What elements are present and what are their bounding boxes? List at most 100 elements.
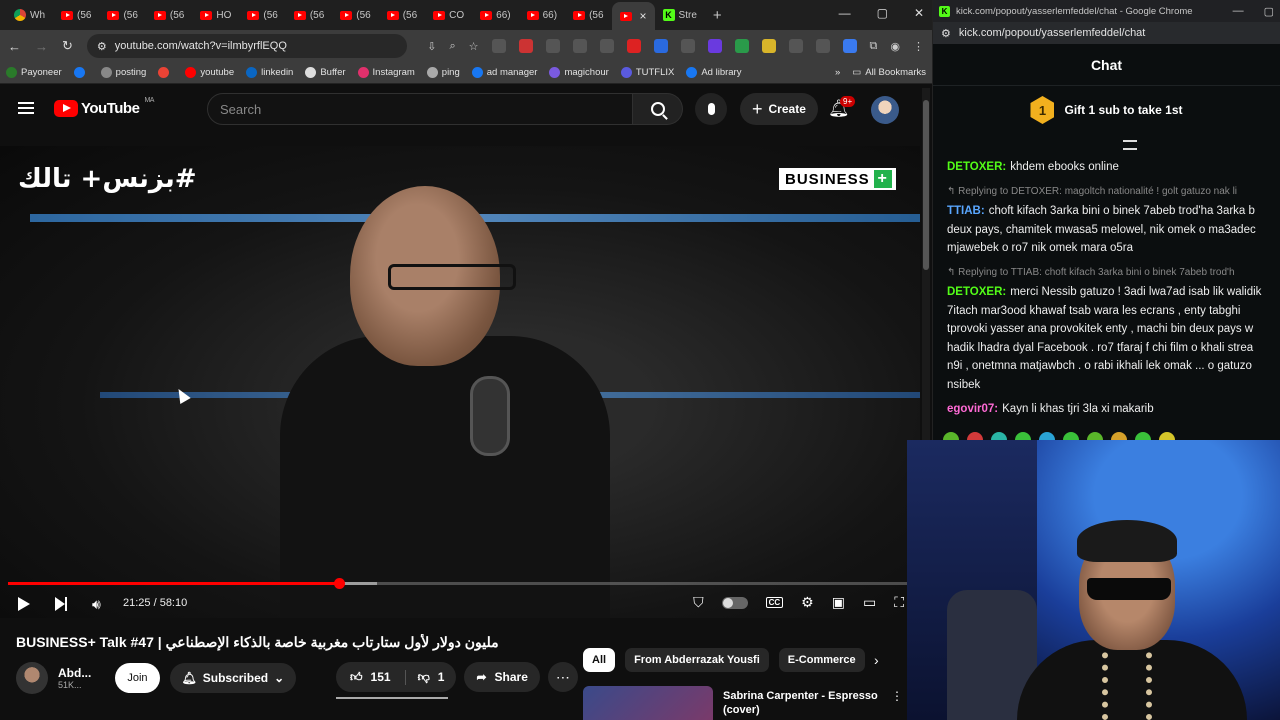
browser-tab[interactable]: (56 xyxy=(332,3,378,27)
maximize-icon[interactable]: ▢ xyxy=(877,6,888,20)
youtube-logo[interactable]: YouTube MA xyxy=(54,97,154,117)
minimize-icon[interactable]: — xyxy=(839,6,851,20)
bookmark-item[interactable]: posting xyxy=(100,67,146,78)
subscribed-button[interactable]: 🔔︎ Subscribed ⌄ xyxy=(169,663,297,693)
progress-bar[interactable] xyxy=(8,578,908,589)
pinned-collapse-icon[interactable] xyxy=(1123,140,1137,150)
bookmark-item[interactable]: youtube xyxy=(185,67,234,78)
browser-tab[interactable]: (56 xyxy=(99,3,145,27)
next-icon[interactable] xyxy=(55,597,67,611)
channel-name[interactable]: Abd... xyxy=(58,666,91,680)
video-player[interactable]: #بزنس+ تالك BUSINESS + xyxy=(0,146,920,618)
settings-gear-icon[interactable]: ⚙ xyxy=(801,594,814,611)
bookmark-item[interactable]: Ad library xyxy=(686,67,741,78)
recommended-thumbnail[interactable] xyxy=(583,686,713,720)
more-actions-button[interactable]: ⋯ xyxy=(547,662,578,692)
extension-icon[interactable] xyxy=(842,39,857,53)
extension-icon[interactable] xyxy=(761,39,776,53)
bookmark-item[interactable]: ad manager xyxy=(471,67,537,78)
captions-icon[interactable]: CC xyxy=(765,597,784,608)
scrollbar-thumb[interactable] xyxy=(923,100,929,270)
menu-dots-icon[interactable]: ⋮ xyxy=(913,40,924,53)
browser-tab[interactable]: × xyxy=(611,2,655,30)
like-button[interactable]: 👍︎ 151 xyxy=(336,669,406,685)
browser-tab[interactable]: K Stre xyxy=(655,3,705,27)
recommended-title[interactable]: Sabrina Carpenter - Espresso (cover) xyxy=(723,686,881,720)
bookmark-item[interactable]: magichour xyxy=(549,67,609,78)
extension-icon[interactable] xyxy=(599,39,614,53)
bookmark-item[interactable]: Buffer xyxy=(305,67,346,78)
dislike-button[interactable]: 👎︎ 1 xyxy=(406,670,457,685)
filter-chip[interactable]: E-Commerce xyxy=(778,648,865,672)
url-bar[interactable]: ⚙ youtube.com/watch?v=ilmbyrflEQQ xyxy=(86,34,408,58)
account-avatar[interactable] xyxy=(871,96,899,124)
chat-url-bar[interactable]: ⚙ kick.com/popout/yasserlemfeddel/chat xyxy=(933,22,1280,44)
extension-icon[interactable] xyxy=(491,39,506,53)
star-icon[interactable]: ☆ xyxy=(469,40,479,53)
bookmark-item[interactable]: Instagram xyxy=(357,67,415,78)
channel-avatar[interactable] xyxy=(16,662,48,694)
extension-icon[interactable] xyxy=(653,39,668,53)
tab-close-icon[interactable]: × xyxy=(640,9,647,23)
voice-search-button[interactable] xyxy=(695,93,727,125)
create-button[interactable]: + Create xyxy=(740,93,818,125)
bookmark-item[interactable] xyxy=(73,67,89,78)
chat-username[interactable]: TTIAB: xyxy=(947,205,985,217)
more-options-icon[interactable]: ⋮ xyxy=(891,686,903,720)
chevron-right-icon[interactable]: › xyxy=(874,652,879,668)
all-bookmarks-button[interactable]: ▭ All Bookmarks xyxy=(852,67,926,78)
play-icon[interactable] xyxy=(18,597,30,611)
puzzle-icon[interactable]: ⧉ xyxy=(870,40,878,53)
recommended-video[interactable]: Sabrina Carpenter - Espresso (cover) ⋮ xyxy=(583,686,903,720)
filter-chip[interactable]: All xyxy=(583,648,616,672)
browser-tab[interactable]: (56 xyxy=(286,3,332,27)
extension-icon[interactable] xyxy=(572,39,587,53)
chat-username[interactable]: egovir07: xyxy=(947,403,998,415)
bookmark-item[interactable] xyxy=(158,67,173,78)
join-button[interactable]: Join xyxy=(115,663,160,693)
filter-chip[interactable]: From Abderrazak Yousfi xyxy=(625,648,769,672)
browser-tab[interactable]: (56 xyxy=(379,3,425,27)
maximize-icon[interactable]: ▢ xyxy=(1264,5,1274,18)
site-info-icon[interactable]: ⚙ xyxy=(97,40,107,53)
browser-tab[interactable]: 66) xyxy=(472,3,518,27)
forward-icon[interactable]: → xyxy=(35,39,48,54)
extension-icon[interactable] xyxy=(734,39,749,53)
extension-icon[interactable] xyxy=(788,39,803,53)
theater-mode-icon[interactable]: ▭ xyxy=(863,594,876,611)
extension-icon[interactable] xyxy=(518,39,533,53)
browser-tab[interactable]: Wh xyxy=(6,3,53,27)
new-tab-button[interactable]: + xyxy=(705,3,730,27)
bookmark-item[interactable]: linkedin xyxy=(246,67,293,78)
gift-leaderboard-banner[interactable]: 1 Gift 1 sub to take 1st xyxy=(933,86,1280,134)
bookmarks-overflow-icon[interactable]: » xyxy=(835,67,840,78)
install-icon[interactable]: ⇩ xyxy=(427,40,436,53)
extension-icon[interactable] xyxy=(707,39,722,53)
back-icon[interactable]: ← xyxy=(8,39,21,54)
browser-tab[interactable]: CO xyxy=(425,3,472,27)
browser-tab[interactable]: (56 xyxy=(53,3,99,27)
close-icon[interactable]: ✕ xyxy=(914,6,924,20)
browser-tab[interactable]: HO xyxy=(192,3,239,27)
bookmark-item[interactable]: Payoneer xyxy=(6,67,62,78)
browser-tab[interactable]: (56 xyxy=(239,3,285,27)
chat-username[interactable]: DETOXER: xyxy=(947,286,1006,298)
miniplayer-icon[interactable]: ▣ xyxy=(832,594,845,611)
bookmark-item[interactable]: ping xyxy=(426,67,460,78)
volume-icon[interactable]: 🔊︎ xyxy=(92,596,101,613)
zoom-icon[interactable]: ⌕ xyxy=(449,40,455,53)
browser-tab[interactable]: (56 xyxy=(146,3,192,27)
search-input[interactable] xyxy=(207,93,633,125)
menu-icon[interactable] xyxy=(18,102,34,114)
bookmark-item[interactable]: TUTFLIX xyxy=(620,67,674,78)
search-button[interactable] xyxy=(633,93,683,125)
fullscreen-icon[interactable]: ⛶ xyxy=(894,594,904,611)
extension-icon[interactable] xyxy=(626,39,641,53)
shield-icon[interactable]: ⛉ xyxy=(693,594,704,611)
minimize-icon[interactable]: — xyxy=(1233,5,1244,18)
reload-icon[interactable]: ↻ xyxy=(62,38,73,54)
profile-icon[interactable]: ◉ xyxy=(890,40,900,53)
browser-tab[interactable]: 66) xyxy=(519,3,565,27)
extension-icon[interactable] xyxy=(545,39,560,53)
extension-icon[interactable] xyxy=(680,39,695,53)
